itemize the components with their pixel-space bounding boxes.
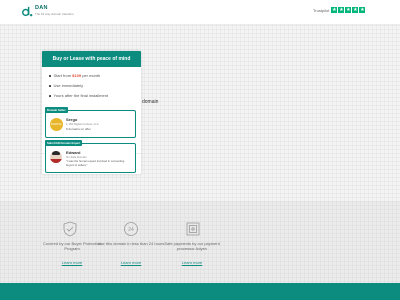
feature-ownership: Yours after the final installment bbox=[49, 93, 108, 98]
svg-text:24: 24 bbox=[128, 227, 134, 233]
brand-name[interactable]: DAN bbox=[35, 5, 48, 11]
trustpilot-rating[interactable]: Trustpilot ★ ★ ★ ★ ★ bbox=[313, 7, 366, 13]
seller-badge: Domain Seller bbox=[45, 107, 68, 113]
learn-more-link[interactable]: Learn more bbox=[96, 260, 166, 265]
dan-logo-icon[interactable] bbox=[22, 6, 33, 17]
star-icon: ★ bbox=[345, 7, 352, 13]
domain-heading: domain bbox=[142, 99, 159, 105]
feature-text: per month bbox=[81, 73, 101, 78]
safe-icon bbox=[186, 222, 200, 236]
offer-card-title: Buy or Lease with peace of mind bbox=[42, 51, 141, 67]
feature-payments-text: Safe payments by our payment processor A… bbox=[164, 241, 220, 251]
seller-company: 1,152 Digital Content, LLC bbox=[66, 122, 99, 126]
trustpilot-label: Trustpilot bbox=[313, 7, 330, 13]
star-icon: ★ bbox=[359, 7, 366, 13]
expert-avatar bbox=[50, 151, 62, 163]
bullet-icon bbox=[49, 75, 51, 77]
seller-avatar: DIGITAL bbox=[50, 118, 63, 131]
learn-more-link[interactable]: Learn more bbox=[157, 260, 227, 265]
star-icon: ★ bbox=[331, 7, 338, 13]
footer-bar bbox=[0, 283, 400, 300]
expert-badge: Safe.DAN Domain Expert bbox=[45, 140, 83, 146]
header: DAN The #1 way domain transfers Trustpil… bbox=[0, 0, 400, 25]
clock-24-icon: 24 bbox=[124, 222, 138, 236]
star-icon: ★ bbox=[338, 7, 345, 13]
seller-card[interactable]: Domain Seller DIGITAL Sergo 1,152 Digita… bbox=[45, 107, 136, 138]
bullet-icon bbox=[49, 85, 51, 87]
feature-text: Yours after the final installment bbox=[53, 93, 109, 98]
feature-price: Start from $109 per month bbox=[49, 73, 100, 78]
price-value: $109 bbox=[72, 73, 82, 78]
feature-text: Start from bbox=[53, 73, 73, 78]
expert-quote: "I was the human expert involved in conn… bbox=[66, 159, 125, 167]
bullet-icon bbox=[49, 95, 51, 97]
brand-tagline: The #1 way domain transfers bbox=[35, 12, 74, 16]
star-icon: ★ bbox=[352, 7, 359, 13]
expert-card[interactable]: Safe.DAN Domain Expert Edward On Safe Do… bbox=[45, 140, 136, 173]
feature-text: Use immediately bbox=[53, 83, 84, 88]
seller-domain-count: 9 domains on offer bbox=[66, 127, 91, 131]
shield-icon bbox=[63, 221, 77, 237]
feature-use-immediately: Use immediately bbox=[49, 83, 83, 88]
feature-speed-text: Use this domain in less than 24 hours bbox=[97, 241, 165, 246]
